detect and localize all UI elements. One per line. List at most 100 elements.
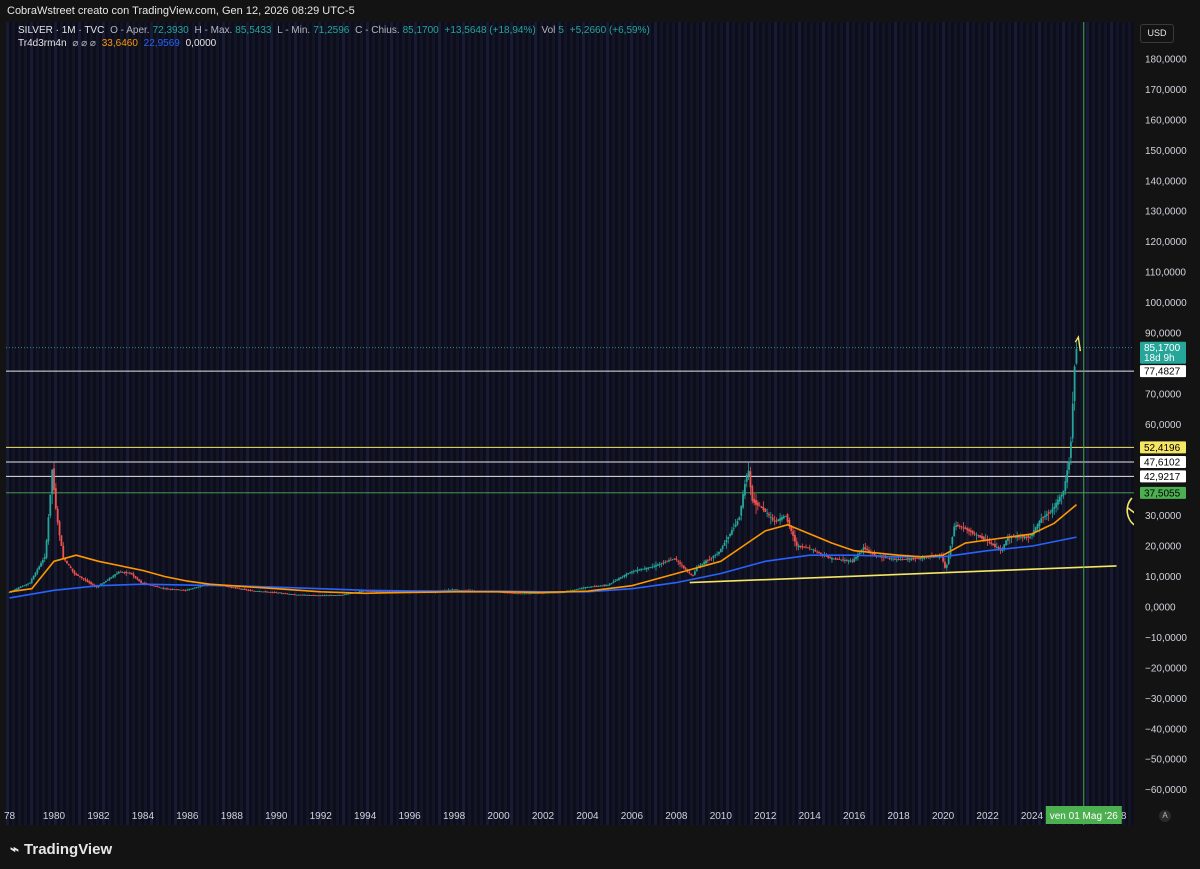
candle-body <box>371 591 374 592</box>
candle-body <box>245 589 248 591</box>
candle-body <box>1047 512 1050 514</box>
month-stripe <box>756 22 759 825</box>
month-stripe <box>1092 22 1095 825</box>
candle-body <box>988 541 991 543</box>
candle-body <box>243 588 246 590</box>
tradingview-logo-icon: ⌁ <box>10 841 20 858</box>
candle-body <box>16 588 18 590</box>
candle-body <box>760 506 763 509</box>
candle-body <box>175 589 178 591</box>
candle-body <box>334 595 337 596</box>
month-stripe <box>492 22 495 825</box>
candle-body <box>740 506 743 516</box>
candle-body <box>106 579 109 581</box>
candle-body <box>782 516 785 519</box>
candle-body <box>586 586 589 588</box>
candle-body <box>853 558 856 562</box>
candle-body <box>653 566 656 567</box>
month-stripe <box>336 22 339 825</box>
y-tick-label: −50,0000 <box>1145 755 1187 766</box>
candle-body <box>1062 490 1065 496</box>
month-stripe <box>588 22 591 825</box>
candle-body <box>618 578 620 581</box>
candle-body <box>77 574 79 576</box>
chart-plot-area[interactable]: SILVER · 1M · TVC O - Aper. 72,3930 H - M… <box>6 22 1134 825</box>
month-stripe <box>402 22 405 825</box>
month-stripe <box>708 22 711 825</box>
legend-close: 85,1700 <box>402 25 439 36</box>
candle-body <box>631 571 633 573</box>
candle-body <box>1005 540 1007 546</box>
level-tag-bg <box>1140 441 1186 454</box>
candle-body <box>681 564 683 566</box>
candle-body <box>316 595 318 597</box>
month-stripe <box>504 22 507 825</box>
candle-body <box>80 577 83 579</box>
candle-body <box>701 563 704 565</box>
candle-body <box>86 579 89 582</box>
candle-body <box>1053 506 1056 509</box>
indicator-name[interactable]: Tr4d3rm4n <box>18 38 67 49</box>
candle-body <box>153 585 155 587</box>
candle-body <box>858 552 861 554</box>
candle-body <box>712 555 715 558</box>
auto-scale-button[interactable]: A <box>1159 810 1171 822</box>
candle-body <box>317 595 320 597</box>
candle-body <box>749 471 752 488</box>
month-stripe <box>456 22 459 825</box>
month-stripe <box>582 22 585 825</box>
indicator-legend[interactable]: Tr4d3rm4n ⌀ ⌀ ⌀ 33,6460 22,9569 0,0000 <box>18 38 219 49</box>
candle-body <box>577 588 580 590</box>
candle-body <box>836 558 839 560</box>
candle-body <box>264 591 267 593</box>
month-stripe <box>1032 22 1035 825</box>
month-stripe <box>216 22 219 825</box>
month-stripe <box>1086 22 1089 825</box>
candle-body <box>179 589 181 591</box>
candle-body <box>138 579 141 582</box>
candle-body <box>742 493 744 508</box>
candle-body <box>1064 481 1067 492</box>
tradingview-brand[interactable]: ⌁ TradingView <box>10 840 112 858</box>
candle-body <box>286 593 289 595</box>
month-stripe <box>6 22 9 825</box>
y-tick-label: 100,0000 <box>1145 298 1187 309</box>
candle-body <box>981 535 983 539</box>
candle-body <box>849 560 852 562</box>
month-stripe <box>924 22 927 825</box>
candle-body <box>453 589 455 591</box>
month-stripe <box>426 22 429 825</box>
month-stripe <box>1038 22 1041 825</box>
candle-body <box>49 494 52 516</box>
candle-body <box>123 572 126 574</box>
candle-body <box>360 591 363 592</box>
month-stripe <box>486 22 489 825</box>
month-stripe <box>552 22 555 825</box>
indicator-value-fast: 33,6460 <box>101 38 138 49</box>
currency-selector[interactable]: USD <box>1140 24 1174 43</box>
month-stripe <box>300 22 303 825</box>
candle-body <box>834 558 837 560</box>
month-stripe <box>150 22 153 825</box>
candle-body <box>606 585 609 586</box>
indicator-settings-icon[interactable]: ⌀ ⌀ ⌀ <box>72 38 96 49</box>
month-stripe <box>930 22 933 825</box>
candle-body <box>127 572 129 574</box>
candle-body <box>994 543 996 548</box>
candle-body <box>625 573 628 576</box>
candle-body <box>1042 517 1045 519</box>
y-tick-label: 130,0000 <box>1145 207 1187 218</box>
candle-body <box>908 558 911 560</box>
month-stripe <box>990 22 993 825</box>
candle-body <box>716 553 719 555</box>
candle-body <box>636 569 639 572</box>
price-chart[interactable] <box>6 22 1134 825</box>
legend-vol: 5 <box>558 25 564 36</box>
candle-body <box>25 584 28 586</box>
month-stripe <box>1014 22 1017 825</box>
candle-body <box>732 528 735 530</box>
candle-body <box>829 557 832 559</box>
candle-body <box>227 586 230 588</box>
candle-body <box>1066 470 1069 483</box>
candle-body <box>584 587 587 588</box>
